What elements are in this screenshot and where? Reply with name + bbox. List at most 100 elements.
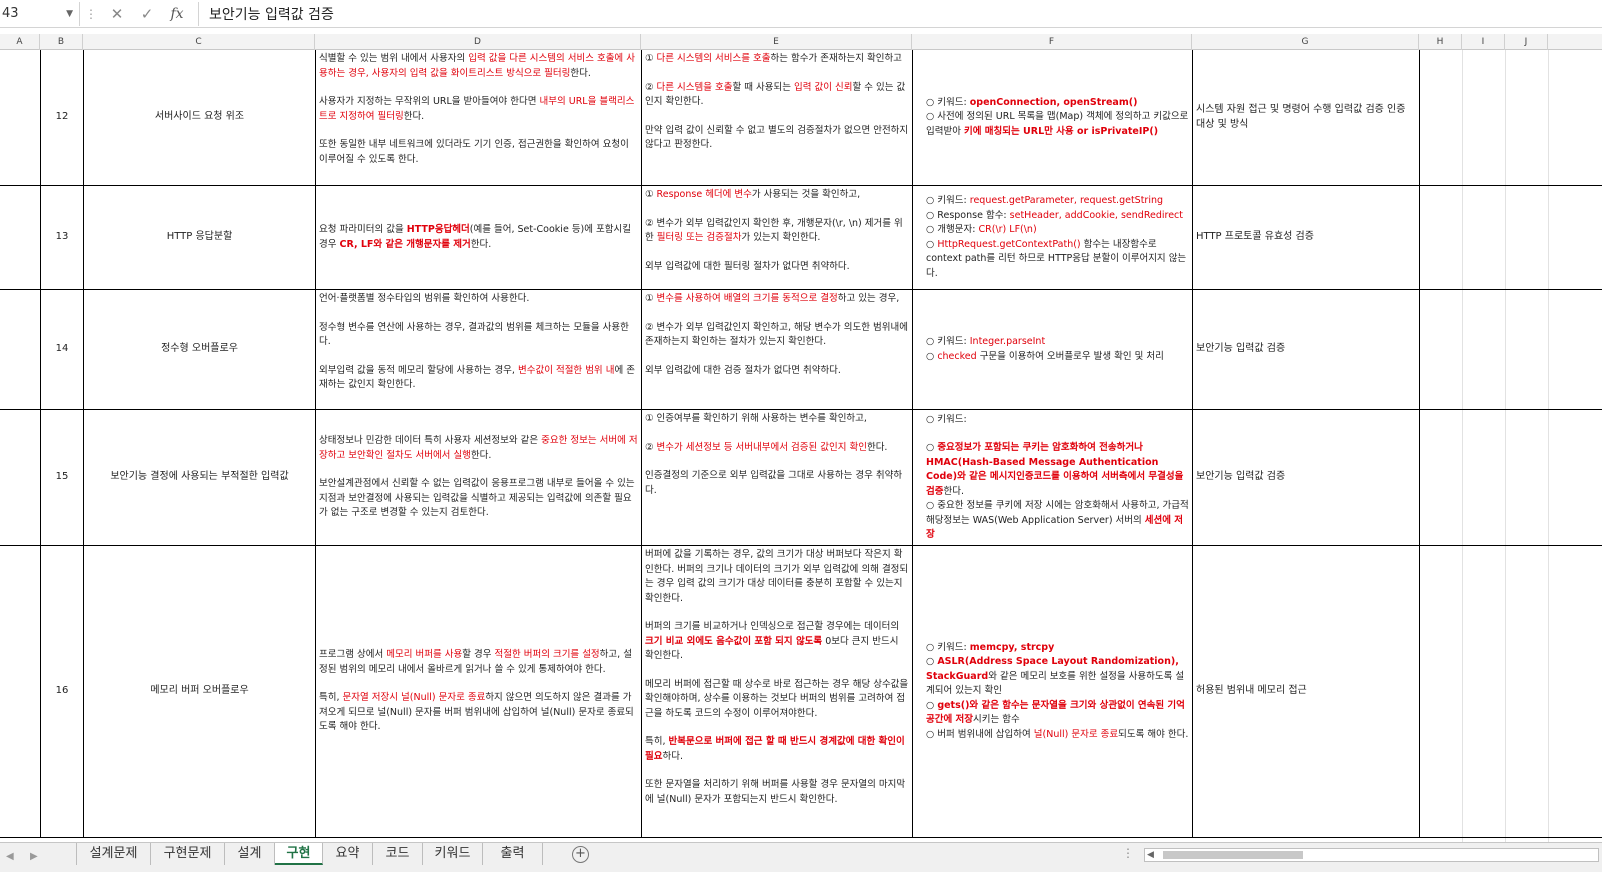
text-run: 한다. [470, 238, 492, 250]
scroll-left-icon[interactable]: ◀ [6, 851, 14, 862]
countermeasure-cell[interactable]: 상태정보나 민감한 데이터 특히 사용자 세션정보와 같은 중요한 정보는 서버… [315, 410, 641, 545]
close-icon[interactable]: ✕ [102, 5, 132, 23]
text-run: 변수를 사용하여 배열의 크기를 동적으로 결정 [656, 293, 838, 304]
scrollbar-thumb[interactable] [1163, 851, 1303, 859]
column-header-f[interactable]: F [912, 34, 1192, 50]
keyword-cell[interactable]: ○ 키워드: memcpy, strcpy ○ ASLR(Address Spac… [912, 546, 1192, 837]
text-run: ② 변수가 외부 입력값인지 확인하고, 해당 변수가 의도한 범위내에 존재하… [645, 321, 908, 348]
tab-sheet[interactable]: 구현문제 [151, 843, 225, 865]
column-header-b[interactable]: B [40, 34, 83, 50]
keyword-cell[interactable]: ○ 키워드: ○ 중요정보가 포함되는 쿠키는 암호화하여 전송하거나 HMAC(… [912, 410, 1192, 545]
keyword-cell[interactable]: ○ 키워드: request.getParameter, request.get… [912, 186, 1192, 289]
paragraph: 버퍼에 값을 기록하는 경우, 값의 크기가 대상 버퍼보다 작은지 확인한다.… [645, 548, 909, 606]
check-method-text: ① 다른 시스템의 서비스를 호출하는 함수가 존재하는지 확인하고 ② 다른 시… [645, 52, 909, 153]
more-options-icon[interactable]: ⋮ [80, 7, 102, 21]
paragraph: ② 변수가 외부 입력값인지 확인한 후, 개행문자(\r, \n) 제거를 위… [645, 217, 909, 246]
countermeasure-cell[interactable]: 식별할 수 있는 범위 내에서 사용자의 입력 값을 다른 시스템의 서비스 호… [315, 50, 641, 185]
vulnerability-name[interactable]: 메모리 버퍼 오버플로우 [83, 546, 315, 837]
empty-cell[interactable] [1419, 50, 1462, 185]
fx-icon[interactable]: fx [162, 6, 192, 22]
column-header-k[interactable] [1548, 34, 1602, 50]
empty-cell[interactable] [1419, 186, 1462, 289]
tab-sheet[interactable]: 설계 [225, 843, 275, 865]
check-method-cell[interactable]: ① 변수를 사용하여 배열의 크기를 동적으로 결정하고 있는 경우, ② 변수가… [641, 290, 912, 409]
check-method-cell[interactable]: ① 인증여부를 확인하기 위해 사용하는 변수를 확인하고, ② 변수가 세션정보… [641, 410, 912, 545]
category-cell[interactable]: 시스템 자원 접근 및 명령어 수행 입력값 검증 인증 대상 및 방식 [1192, 50, 1419, 185]
vulnerability-name[interactable]: 서버사이드 요청 위조 [83, 50, 315, 185]
check-method-cell[interactable]: 버퍼에 값을 기록하는 경우, 값의 크기가 대상 버퍼보다 작은지 확인한다.… [641, 546, 912, 837]
countermeasure-cell[interactable]: 언어·플랫폼별 정수타입의 범위를 확인하여 사용한다. 정수형 변수를 연산에 … [315, 290, 641, 409]
empty-cell[interactable] [1419, 546, 1462, 837]
text-run: CR, LF와 같은 개행문자를 제거 [339, 238, 471, 250]
keyword-cell[interactable]: ○ 키워드: Integer.parseInt ○ checked 구문을 이용하… [912, 290, 1192, 409]
tab-sheet[interactable]: 구현 [275, 843, 323, 865]
plus-circle-icon[interactable]: + [572, 846, 589, 863]
column-header-j[interactable]: J [1505, 34, 1548, 50]
more-options-icon[interactable]: ⋮ [1122, 846, 1134, 860]
column-header-d[interactable]: D [315, 34, 641, 50]
empty-cell[interactable] [1419, 410, 1462, 545]
scroll-left-arrow-icon[interactable]: ◀ [1147, 849, 1154, 861]
vulnerability-name[interactable]: 보안기능 결정에 사용되는 부적절한 입력값 [83, 410, 315, 545]
row-number[interactable]: 12 [40, 50, 83, 185]
formula-input[interactable]: 보안기능 입력값 검증 [198, 1, 1602, 26]
column-header-g[interactable]: G [1192, 34, 1419, 50]
check-method-cell[interactable]: ① 다른 시스템의 서비스를 호출하는 함수가 존재하는지 확인하고 ② 다른 시… [641, 50, 912, 185]
countermeasure-cell[interactable]: 프로그램 상에서 메모리 버퍼를 사용할 경우 적절한 버퍼의 크기를 설정하고… [315, 546, 641, 837]
row-number[interactable]: 14 [40, 290, 83, 409]
vulnerability-name[interactable]: 정수형 오버플로우 [83, 290, 315, 409]
text-run: ○ 키워드: [926, 641, 970, 653]
scroll-right-icon[interactable]: ▶ [30, 851, 38, 862]
row-number[interactable]: 16 [40, 546, 83, 837]
row-number[interactable]: 15 [40, 410, 83, 545]
column-header-h[interactable]: H [1419, 34, 1462, 50]
vulnerability-name[interactable]: HTTP 응답분할 [83, 186, 315, 289]
text-run: ○ 버퍼 범위내에 삽입하여 [926, 728, 1034, 740]
text-run: 보안설계관점에서 신뢰할 수 없는 입력값이 응용프로그램 내부로 들어올 수 … [319, 478, 635, 519]
text-run: openConnection, openStream() [969, 96, 1138, 108]
category-cell[interactable]: HTTP 프로토콜 유효성 검증 [1192, 186, 1419, 289]
text-run: 중요정보가 포함되는 쿠키는 암호화하여 전송하거나 HMAC(Hash-Bas… [926, 442, 1184, 497]
table-row: 16 메모리 버퍼 오버플로우 프로그램 상에서 메모리 버퍼를 사용할 경우 적절… [0, 546, 1602, 838]
chevron-down-icon[interactable]: ▼ [66, 9, 73, 19]
text-run: HttpRequest.getContextPath() [937, 238, 1081, 250]
column-header-e[interactable]: E [641, 34, 912, 50]
category-cell[interactable]: 보안기능 입력값 검증 [1192, 410, 1419, 545]
check-method-cell[interactable]: ① Response 헤더에 변수가 사용되는 것을 확인하고, ② 변수가 외부… [641, 186, 912, 289]
category-cell[interactable]: 보안기능 입력값 검증 [1192, 290, 1419, 409]
check-icon[interactable]: ✓ [132, 5, 162, 23]
tab-sheet[interactable]: 요약 [323, 843, 373, 865]
countermeasure-cell[interactable]: 요청 파라미터의 값을 HTTP응답헤더(예를 들어, Set-Cookie 등… [315, 186, 641, 289]
column-header-row: A B C D E F G H I J [0, 34, 1602, 50]
tab-sheet[interactable]: 설계문제 [76, 843, 151, 865]
text-run: 구문을 이용하여 오버플로우 발생 확인 및 처리 [976, 350, 1164, 362]
category-cell[interactable]: 허용된 범위내 메모리 접근 [1192, 546, 1419, 837]
column-header-i[interactable]: I [1462, 34, 1505, 50]
text-run: 요청 파라미터의 값을 [319, 224, 407, 235]
text-run: ○ [926, 238, 938, 250]
paragraph: 인증결정의 기준으로 외부 입력값을 그대로 사용하는 경우 취약하다. [645, 469, 909, 498]
empty-cell[interactable] [1419, 290, 1462, 409]
paragraph: 정수형 변수를 연산에 사용하는 경우, 결과값의 범위를 체크하는 모듈을 사… [319, 321, 638, 350]
paragraph: ② 다른 시스템을 호출할 때 사용되는 입력 값이 신뢰할 수 있는 값인지 … [645, 81, 909, 110]
name-box-value: 43 [2, 6, 19, 21]
horizontal-scrollbar[interactable]: ◀ [1144, 848, 1599, 862]
text-run: 언어·플랫폼별 정수타입의 범위를 확인하여 사용한다. [319, 293, 530, 304]
tab-sheet[interactable]: 키워드 [423, 843, 483, 865]
paragraph: ① 다른 시스템의 서비스를 호출하는 함수가 존재하는지 확인하고 [645, 52, 909, 67]
name-box[interactable]: 43 ▼ [0, 1, 80, 26]
column-header-c[interactable]: C [83, 34, 315, 50]
tab-sheet[interactable]: 코드 [373, 843, 423, 865]
text-run: 상태정보나 민감한 데이터 특히 사용자 세션정보와 같은 [319, 435, 542, 447]
text-run: 할 경우 [462, 649, 495, 661]
keyword-text: ○ 키워드: request.getParameter, request.get… [916, 194, 1189, 281]
tab-sheet[interactable]: 출력 [483, 843, 543, 865]
keyword-cell[interactable]: ○ 키워드: openConnection, openStream() ○ 사전에… [912, 50, 1192, 185]
text-run: setHeader, addCookie, sendRedirect [1009, 209, 1183, 221]
row-number[interactable]: 13 [40, 186, 83, 289]
countermeasure-text: 상태정보나 민감한 데이터 특히 사용자 세션정보와 같은 중요한 정보는 서버… [319, 434, 638, 521]
text-run: ① 인증여부를 확인하기 위해 사용하는 변수를 확인하고, [645, 413, 867, 424]
paragraph: ② 변수가 세션정보 등 서버내부에서 검증된 값인지 확인한다. [645, 441, 909, 456]
text-run: request.getParameter, request.getString [969, 195, 1164, 206]
column-header-a[interactable]: A [0, 34, 40, 50]
